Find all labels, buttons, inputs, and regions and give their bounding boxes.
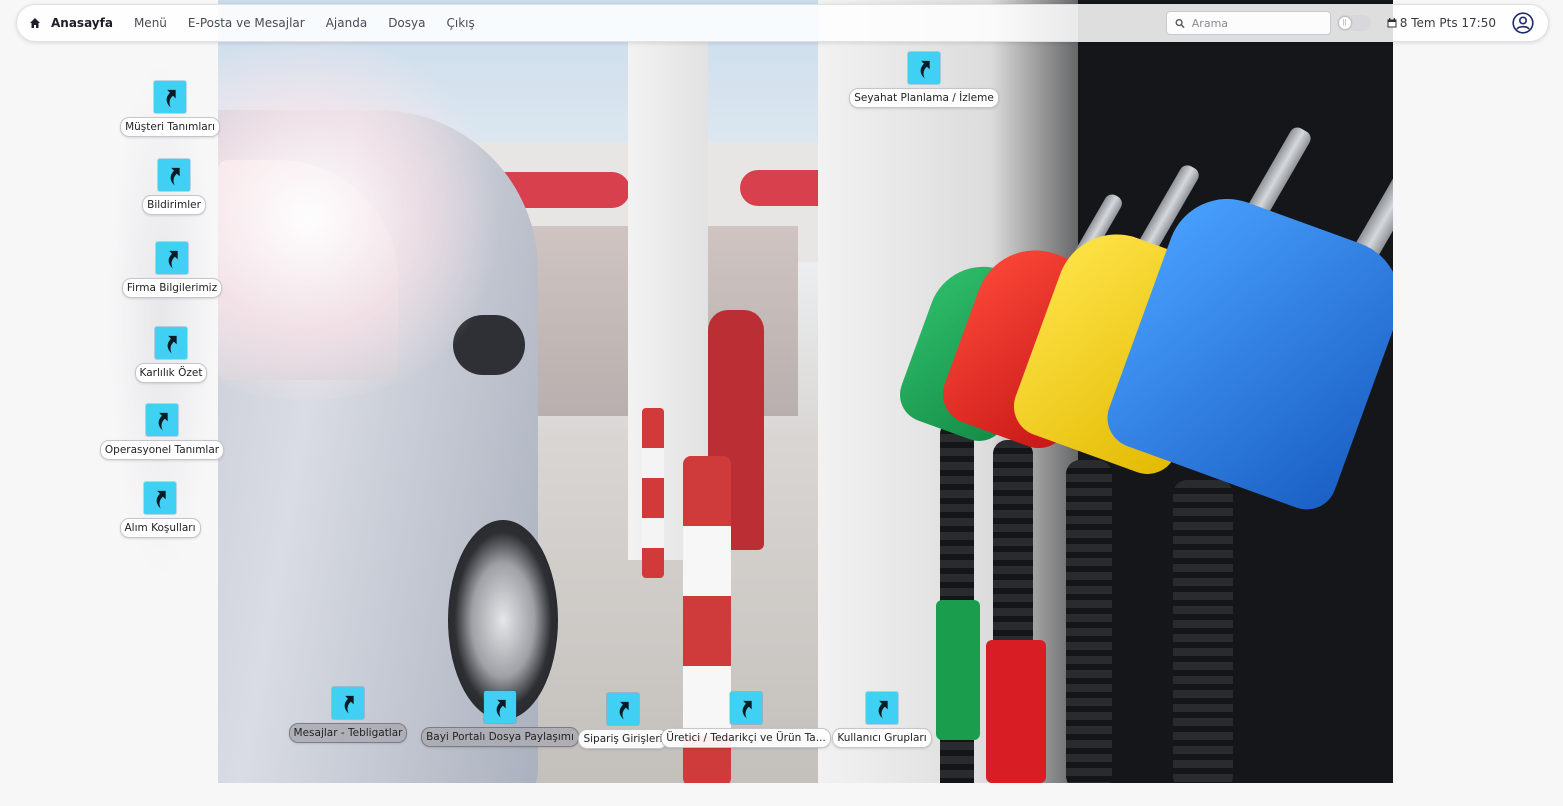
home-icon	[30, 18, 40, 28]
shortcut-arrow-icon	[155, 327, 187, 359]
bg-hose	[1173, 480, 1233, 783]
shortcut-arrow-icon	[866, 692, 898, 724]
shortcut-karlilik-ozet[interactable]: Karlılık Özet	[125, 327, 217, 383]
shortcut-label: Kullanıcı Grupları	[832, 728, 932, 748]
shortcut-label: Alım Koşulları	[119, 518, 201, 538]
shortcut-label: Üretici / Tedarikçi ve Ürün Ta...	[661, 728, 831, 748]
bg-canopy-band	[740, 170, 830, 206]
nav-logout[interactable]: Çıkış	[446, 16, 474, 30]
date-text: 8 Tem Pts 17:50	[1399, 16, 1496, 30]
shortcut-musteri-tanimlari[interactable]: Müşteri Tanımları	[120, 81, 220, 137]
shortcut-label: Seyahat Planlama / İzleme	[849, 88, 999, 108]
nav-email-messages[interactable]: E-Posta ve Mesajlar	[188, 16, 305, 30]
user-circle-icon[interactable]	[1512, 12, 1534, 34]
nav-menu[interactable]: Menü	[134, 16, 167, 30]
navbar-right: || 8 Tem Pts 17:50	[1165, 11, 1536, 35]
shortcut-seyahat-planlama[interactable]: Seyahat Planlama / İzleme	[849, 52, 999, 108]
shortcut-label: Müşteri Tanımları	[120, 117, 220, 137]
shortcut-arrow-icon	[146, 404, 178, 436]
shortcut-arrow-icon	[332, 687, 364, 719]
search-input[interactable]	[1191, 16, 1322, 30]
shortcut-arrow-icon	[908, 52, 940, 84]
shortcut-arrow-icon	[730, 692, 762, 724]
shortcut-alim-kosullari[interactable]: Alım Koşulları	[114, 482, 206, 538]
shortcut-arrow-icon	[158, 159, 190, 191]
shortcut-siparis-girisleri[interactable]: Sipariş Girişleri	[578, 693, 668, 749]
search-icon	[1175, 18, 1185, 28]
shortcut-firma-bilgilerimiz[interactable]: Firma Bilgilerimiz	[121, 242, 223, 298]
nav-home[interactable]: Anasayfa	[29, 16, 113, 30]
shortcut-label: Sipariş Girişleri	[578, 729, 668, 749]
shortcut-arrow-icon	[144, 482, 176, 514]
shortcut-arrow-icon	[607, 693, 639, 725]
shortcut-operasyonel-tanimlar[interactable]: Operasyonel Tanımlar	[99, 404, 225, 460]
nav-agenda[interactable]: Ajanda	[326, 16, 367, 30]
shortcut-label: Mesajlar - Tebligatlar	[288, 723, 408, 743]
shortcut-mesajlar-tebligatlar[interactable]: Mesajlar - Tebligatlar	[288, 687, 408, 743]
shortcut-label: Firma Bilgilerimiz	[121, 278, 223, 298]
top-navbar: Anasayfa Menü E-Posta ve Mesajlar Ajanda…	[16, 4, 1549, 42]
shortcut-label: Karlılık Özet	[134, 363, 208, 383]
bg-hose-sleeve	[986, 640, 1046, 783]
shortcut-arrow-icon	[154, 81, 186, 113]
search-box[interactable]	[1165, 11, 1331, 35]
shortcut-arrow-icon	[156, 242, 188, 274]
toggle-knob: ||	[1338, 17, 1351, 29]
nav-file[interactable]: Dosya	[388, 16, 425, 30]
shortcut-label: Bayi Portalı Dosya Paylaşımı	[421, 727, 579, 747]
shortcut-bayi-portali-dosya[interactable]: Bayi Portalı Dosya Paylaşımı	[421, 691, 579, 747]
shortcut-label: Operasyonel Tanımlar	[99, 440, 225, 460]
bg-hose	[1066, 460, 1112, 783]
theme-toggle[interactable]: ||	[1336, 15, 1371, 31]
bg-hose-sleeve	[936, 600, 980, 740]
background-photo	[218, 0, 1393, 783]
shortcut-arrow-icon	[484, 691, 516, 723]
shortcut-bildirimler[interactable]: Bildirimler	[128, 159, 220, 215]
shortcut-kullanici-gruplari[interactable]: Kullanıcı Grupları	[832, 692, 932, 748]
calendar-icon	[1387, 18, 1397, 28]
shortcut-label: Bildirimler	[142, 195, 206, 215]
date-display[interactable]: 8 Tem Pts 17:50	[1387, 16, 1496, 30]
bg-car-wheel	[448, 520, 558, 720]
bg-bollard	[642, 408, 664, 578]
nav-home-label: Anasayfa	[51, 16, 113, 30]
shortcut-uretici-tedarikci[interactable]: Üretici / Tedarikçi ve Ürün Ta...	[661, 692, 831, 748]
